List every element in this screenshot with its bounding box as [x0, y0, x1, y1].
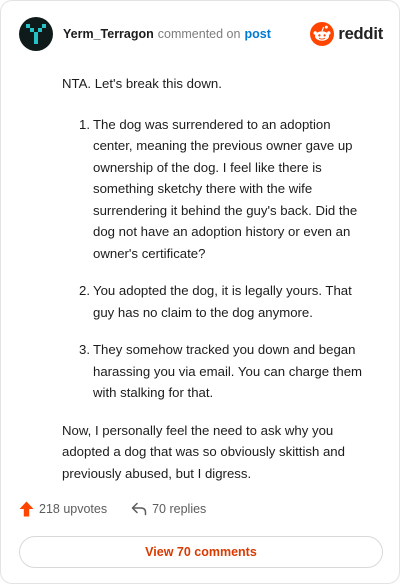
commented-on-label: commented on [157, 27, 241, 41]
list-number: 3. [79, 342, 90, 357]
reddit-wordmark: reddit [338, 24, 383, 43]
list-number: 1. [79, 116, 90, 132]
comment-card: Yerm_Terragon commented on post reddit N… [0, 0, 400, 584]
replies-count: 70 replies [152, 502, 207, 516]
comment-body: NTA. Let's break this down. 1. The dog w… [62, 73, 372, 484]
upvotes-stat[interactable]: 218 upvotes [19, 501, 107, 517]
comment-footer: 218 upvotes 70 replies [19, 501, 206, 517]
list-number: 2. [79, 283, 90, 298]
comment-intro: NTA. Let's break this down. [62, 76, 222, 91]
comment-outro: Now, I personally feel the need to ask w… [62, 422, 345, 481]
list-text: The dog was surrendered to an adoption c… [93, 116, 358, 261]
list-item: 1. The dog was surrendered to an adoptio… [79, 114, 372, 265]
pixel-avatar-icon [26, 24, 46, 44]
upvotes-count: 218 upvotes [39, 502, 108, 516]
replies-stat[interactable]: 70 replies [131, 502, 206, 516]
comment-list: 1. The dog was surrendered to an adoptio… [79, 114, 372, 404]
username[interactable]: Yerm_Terragon [63, 27, 154, 41]
list-item: 3. They somehow tracked you down and beg… [79, 339, 372, 404]
reply-arrow-icon [131, 502, 147, 516]
reddit-brand[interactable]: reddit [310, 22, 383, 46]
list-text: You adopted the dog, it is legally yours… [93, 283, 352, 320]
view-comments-button[interactable]: View 70 comments [19, 536, 383, 568]
upvote-arrow-icon [19, 501, 34, 517]
post-link[interactable]: post [244, 27, 270, 41]
avatar[interactable] [19, 17, 53, 51]
reddit-alien-icon [310, 22, 335, 46]
byline: Yerm_Terragon commented on post [63, 27, 271, 41]
comment-header: Yerm_Terragon commented on post reddit [19, 16, 383, 52]
list-item: 2. You adopted the dog, it is legally yo… [79, 280, 372, 323]
list-text: They somehow tracked you down and began … [93, 342, 363, 400]
